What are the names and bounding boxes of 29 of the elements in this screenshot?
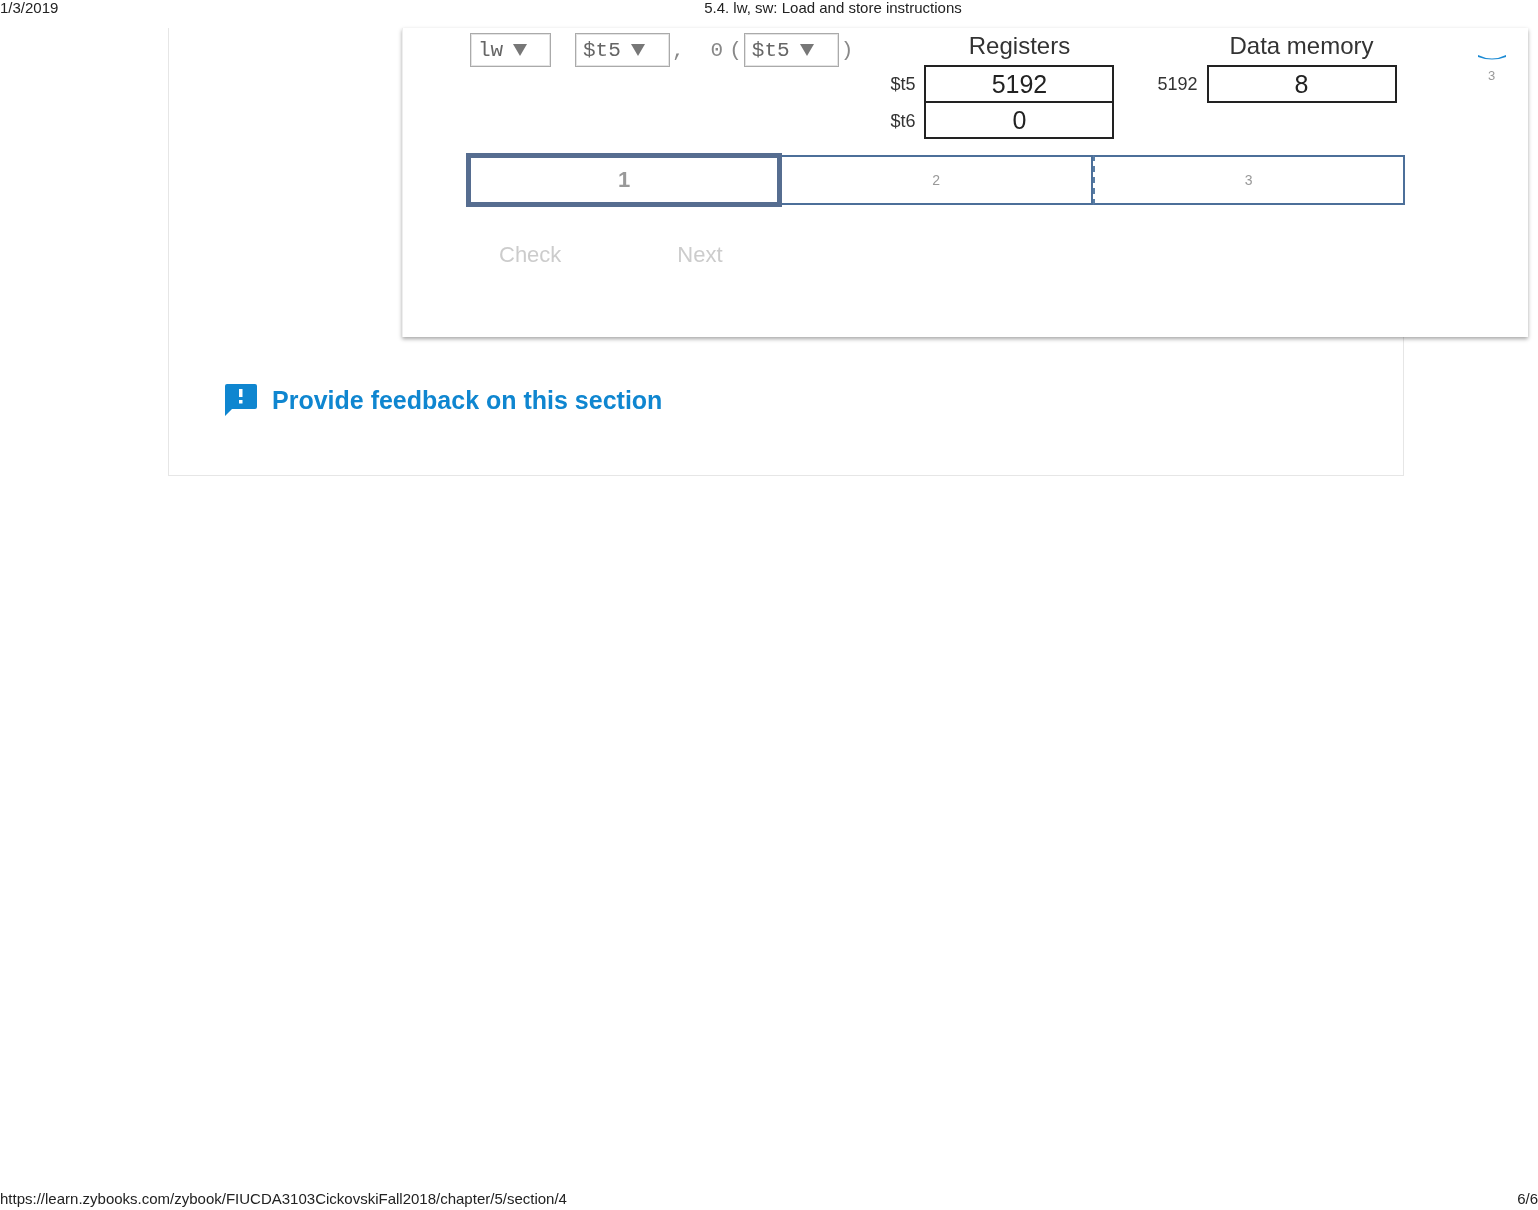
register-value: 0 — [924, 101, 1115, 139]
feedback-icon — [224, 384, 257, 416]
comma: , — [672, 38, 685, 62]
close-paren: ) — [840, 38, 854, 62]
memory-title: Data memory — [1228, 31, 1375, 61]
page-url: https://learn.zybooks.com/zybook/FIUCDA3103CickovskiFall2018/chapter/5/section/4 — [0, 1190, 567, 1209]
page-title: 5.4. lw, sw: Load and store instructions — [704, 0, 962, 15]
step-tab[interactable]: 3 — [1092, 155, 1405, 205]
opcode-dropdown[interactable]: lw — [470, 33, 551, 67]
step-tab[interactable]: 2 — [782, 155, 1093, 205]
register-dropdown[interactable]: $t5 — [743, 33, 839, 67]
register-dropdown[interactable]: $t5 — [575, 33, 670, 67]
open-paren: ( — [729, 38, 742, 62]
memory-address: 5192 — [1157, 73, 1198, 95]
register-name: $t6 — [890, 110, 916, 132]
offset-text: 0 — [710, 38, 724, 62]
registers-title: Registers — [967, 31, 1072, 61]
memory-value: 8 — [1206, 65, 1397, 103]
step-counter: 3 — [1487, 68, 1496, 83]
caret-icon — [513, 44, 528, 56]
feedback-link[interactable]: Provide feedback on this section — [272, 385, 663, 415]
step-tab[interactable]: 1 — [466, 153, 782, 207]
register-name: $t5 — [890, 73, 916, 95]
progress-arc-icon — [1476, 54, 1507, 60]
print-date: 1/3/2019 — [0, 0, 59, 15]
caret-icon — [799, 44, 814, 56]
caret-icon — [630, 44, 645, 56]
page-number: 6/6 — [1517, 1190, 1538, 1209]
register-value: 5192 — [924, 65, 1115, 103]
